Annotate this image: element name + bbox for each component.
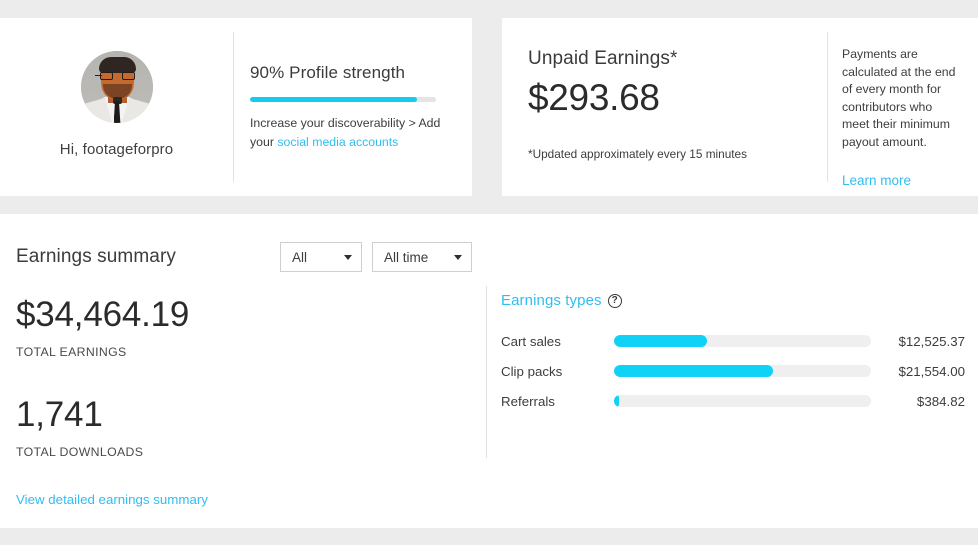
earnings-type-value: $384.82 xyxy=(916,393,965,409)
earnings-type-label: Clip packs xyxy=(501,363,563,379)
earnings-summary-panel: Earnings summary All All time $34,464.19… xyxy=(0,214,978,528)
top-card-row: Hi, footageforpro 90% Profile strength I… xyxy=(0,18,978,196)
earnings-types-title[interactable]: Earnings types xyxy=(501,292,602,309)
social-media-accounts-link[interactable]: social media accounts xyxy=(277,135,398,149)
earnings-type-bar-track xyxy=(614,335,871,347)
profile-identity: Hi, footageforpro xyxy=(0,18,233,196)
earnings-type-row: Cart sales $12,525.37 xyxy=(501,326,978,356)
profile-strength-section: 90% Profile strength Increase your disco… xyxy=(234,18,472,196)
unpaid-earnings-note: *Updated approximately every 15 minutes xyxy=(528,147,748,161)
total-downloads-block: 1,741 TOTAL DOWNLOADS xyxy=(16,394,486,459)
profile-strength-title: 90% Profile strength xyxy=(250,63,406,82)
profile-card: Hi, footageforpro 90% Profile strength I… xyxy=(0,18,472,196)
chevron-down-icon xyxy=(453,255,462,260)
filter-type-select[interactable]: All xyxy=(279,242,362,272)
earnings-summary-body: $34,464.19 TOTAL EARNINGS 1,741 TOTAL DO… xyxy=(0,272,978,459)
unpaid-earnings-card: Unpaid Earnings* $293.68 *Updated approx… xyxy=(502,18,978,196)
earnings-type-bar-track xyxy=(614,365,871,377)
unpaid-earnings-main: Unpaid Earnings* $293.68 *Updated approx… xyxy=(502,18,827,196)
earnings-type-value: $12,525.37 xyxy=(898,333,965,349)
filter-time-select[interactable]: All time xyxy=(371,242,472,272)
total-earnings-block: $34,464.19 TOTAL EARNINGS xyxy=(16,294,486,359)
earnings-type-bar-track xyxy=(614,395,871,407)
avatar xyxy=(80,51,153,123)
chevron-down-icon xyxy=(343,255,352,260)
earnings-type-row: Referrals $384.82 xyxy=(501,386,978,416)
payment-policy-text: Payments are calculated at the end of ev… xyxy=(842,47,956,149)
total-downloads-label: TOTAL DOWNLOADS xyxy=(16,445,144,459)
totals-column: $34,464.19 TOTAL EARNINGS 1,741 TOTAL DO… xyxy=(16,272,486,459)
total-downloads-value: 1,741 xyxy=(16,395,103,434)
filter-controls: All All time xyxy=(279,242,472,272)
profile-strength-bar xyxy=(250,97,436,102)
earnings-type-bar-fill xyxy=(614,365,774,377)
user-greeting: Hi, footageforpro xyxy=(59,141,174,158)
learn-more-wrap: Learn more xyxy=(842,173,962,188)
card-gap xyxy=(472,18,502,196)
filter-type-value: All xyxy=(291,249,307,265)
learn-more-link[interactable]: Learn more xyxy=(842,173,911,188)
earnings-summary-header: Earnings summary All All time xyxy=(0,214,978,272)
earnings-types-chart: Earnings types ? Cart sales $12,525.37 Cli… xyxy=(487,272,978,459)
detail-link-wrap: View detailed earnings summary xyxy=(16,492,208,507)
filter-time-value: All time xyxy=(383,249,429,265)
earnings-types-bar-list: Cart sales $12,525.37 Clip packs $21,554.00… xyxy=(501,326,978,416)
earnings-type-bar-fill xyxy=(614,335,707,347)
earnings-types-header: Earnings types ? xyxy=(501,292,978,309)
unpaid-earnings-title: Unpaid Earnings* xyxy=(528,48,678,69)
earnings-type-bar-fill xyxy=(614,395,620,407)
total-earnings-value: $34,464.19 xyxy=(16,295,190,334)
view-detailed-earnings-summary-link[interactable]: View detailed earnings summary xyxy=(16,492,208,507)
earnings-type-row: Clip packs $21,554.00 xyxy=(501,356,978,386)
earnings-type-label: Cart sales xyxy=(501,333,561,349)
unpaid-earnings-info: Payments are calculated at the end of ev… xyxy=(828,18,978,196)
page-title: Earnings summary xyxy=(16,246,176,267)
profile-strength-hint: Increase your discoverability > Add your… xyxy=(250,114,446,152)
earnings-type-label: Referrals xyxy=(501,393,555,409)
help-circle-icon[interactable]: ? xyxy=(607,293,622,308)
profile-strength-fill xyxy=(250,97,418,102)
total-earnings-label: TOTAL EARNINGS xyxy=(16,345,127,359)
unpaid-earnings-amount: $293.68 xyxy=(528,77,660,118)
earnings-type-value: $21,554.00 xyxy=(898,363,965,379)
